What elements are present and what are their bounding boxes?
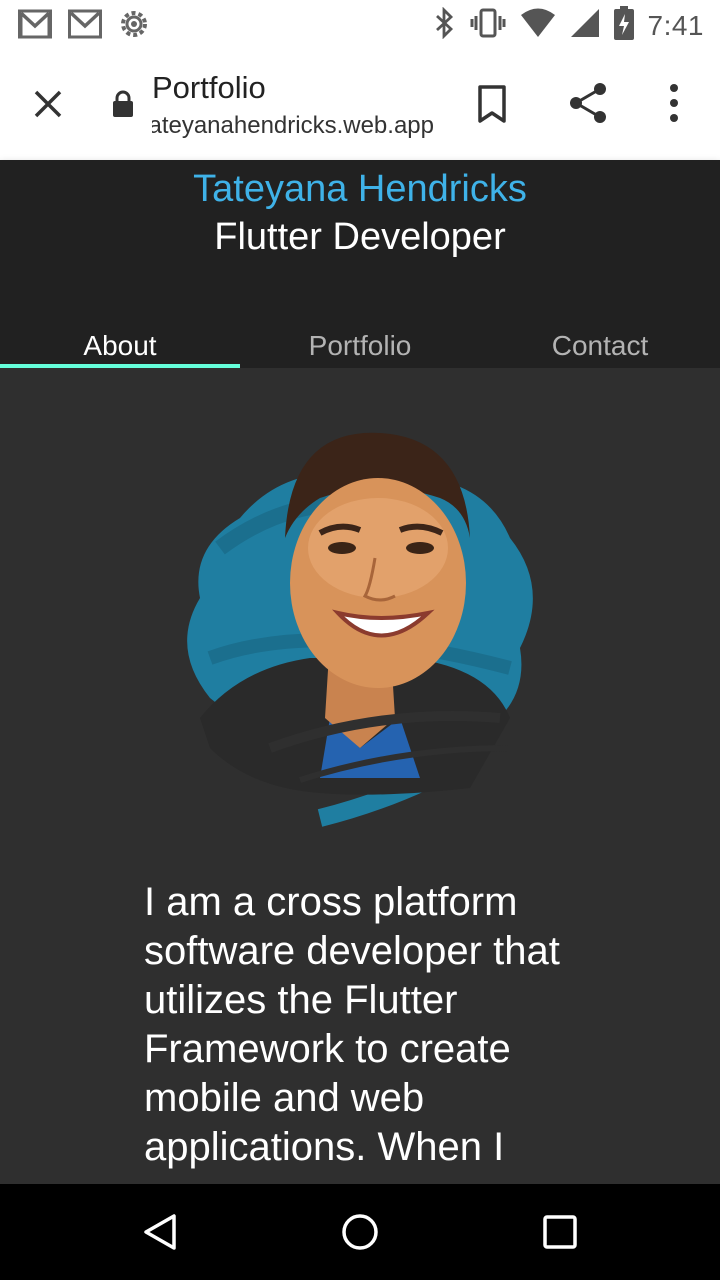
tab-about[interactable]: About <box>0 310 240 368</box>
bookmark-button[interactable] <box>470 82 514 131</box>
gmail-icon <box>68 9 102 44</box>
bookmark-icon <box>478 85 506 123</box>
profile-avatar <box>187 432 533 827</box>
page-url[interactable]: tateyanahendricks.web.app <box>152 112 434 140</box>
share-button[interactable] <box>566 80 610 131</box>
tab-label: About <box>83 330 157 361</box>
tab-bar: About Portfolio Contact <box>0 310 720 368</box>
gmail-icon <box>18 9 52 44</box>
about-content: I am a cross platform software developer… <box>0 368 720 1184</box>
signal-icon <box>570 8 600 43</box>
developer-role: Flutter Developer <box>214 216 506 258</box>
more-vert-icon <box>670 84 678 122</box>
app-header: Tateyana Hendricks Flutter Developer Abo… <box>0 160 720 368</box>
close-icon <box>34 90 62 118</box>
share-icon <box>570 83 606 123</box>
tab-label: Contact <box>551 330 649 361</box>
lock-icon <box>112 90 134 123</box>
home-icon <box>342 1214 378 1250</box>
recents-icon <box>543 1215 577 1249</box>
home-button[interactable] <box>340 1212 380 1257</box>
status-time: 7:41 <box>647 9 704 41</box>
status-bar: 7:41 <box>0 0 720 48</box>
navigation-bar <box>0 1184 720 1280</box>
tab-contact[interactable]: Contact <box>480 310 720 368</box>
page-title: Portfolio <box>152 70 266 105</box>
battery-charging-icon <box>613 6 634 45</box>
bluetooth-icon <box>434 6 456 44</box>
close-button[interactable] <box>24 80 72 128</box>
vibrate-icon <box>470 7 506 44</box>
screen: 7:41 Portfolio tateyanahendricks.web.app… <box>0 0 720 1280</box>
tab-label: Portfolio <box>308 330 412 361</box>
wifi-icon <box>520 8 556 43</box>
settings-icon <box>118 8 150 45</box>
back-icon <box>144 1214 176 1250</box>
developer-name: Tateyana Hendricks <box>193 168 527 210</box>
back-button[interactable] <box>140 1212 180 1257</box>
recents-button[interactable] <box>542 1214 578 1255</box>
tab-portfolio[interactable]: Portfolio <box>240 310 480 368</box>
bio-text: I am a cross platform software developer… <box>144 880 560 1169</box>
browser-toolbar: Portfolio tateyanahendricks.web.app <box>0 48 720 160</box>
more-options-button[interactable] <box>660 82 688 131</box>
